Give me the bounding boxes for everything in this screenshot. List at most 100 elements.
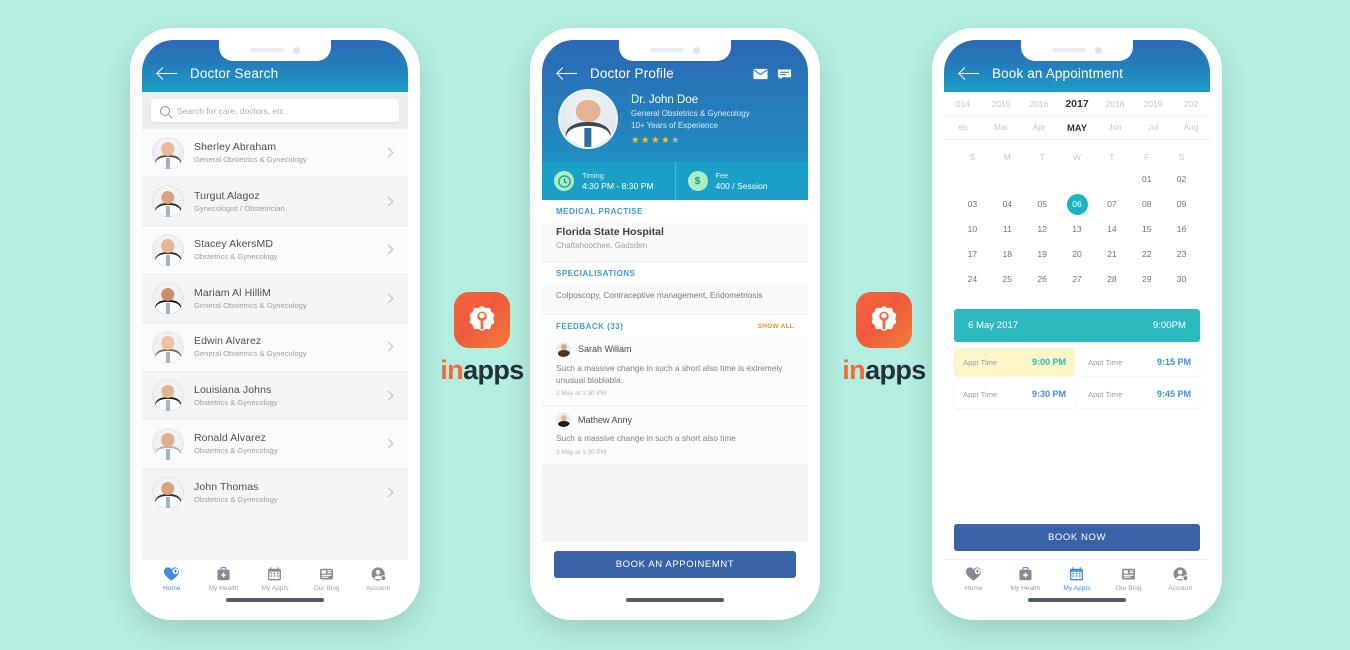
back-arrow-icon[interactable] [960, 67, 979, 81]
chat-bubble-icon[interactable] [777, 68, 792, 80]
calendar-day[interactable]: 17 [955, 242, 990, 267]
year-option[interactable]: 2019 [1134, 99, 1172, 109]
chevron-right-icon[interactable] [383, 341, 394, 352]
doctor-list-item[interactable]: John Thomas Obstetrics & Gynecology [142, 468, 408, 517]
envelope-icon[interactable] [753, 68, 768, 80]
calendar-day[interactable]: 23 [1164, 242, 1199, 267]
calendar-day[interactable]: 12 [1025, 217, 1060, 242]
appointment-time-slot[interactable]: Appt Time 9:45 PM [1079, 380, 1200, 408]
tab-my-health[interactable]: My Health [198, 566, 250, 592]
chevron-right-icon[interactable] [383, 390, 394, 401]
year-option[interactable]: 2017 [1058, 98, 1096, 110]
month-option[interactable]: eb [944, 123, 982, 132]
avatar-head [161, 142, 175, 156]
year-option[interactable]: 014 [944, 99, 982, 109]
chevron-right-icon[interactable] [383, 147, 394, 158]
year-option[interactable]: 2016 [1020, 99, 1058, 109]
chevron-right-icon[interactable] [383, 244, 394, 255]
calendar-day[interactable]: 11 [990, 217, 1025, 242]
calendar-day[interactable]: 01 [1129, 167, 1164, 192]
calendar-day[interactable]: 27 [1060, 267, 1095, 292]
calendar-day[interactable]: 04 [990, 192, 1025, 217]
tab-my-appts[interactable]: My Appts [1051, 566, 1103, 592]
calendar-day[interactable]: 08 [1129, 192, 1164, 217]
tab-account[interactable]: Account [352, 566, 404, 592]
avatar-tie [584, 127, 592, 147]
calendar-day[interactable]: 10 [955, 217, 990, 242]
calendar-day[interactable]: 05 [1025, 192, 1060, 217]
calendar-day[interactable]: 30 [1164, 267, 1199, 292]
appointment-time-slot[interactable]: Appt Time 9:30 PM [954, 380, 1075, 408]
feedback-timestamp: 3 May at 1:30 PM [556, 390, 607, 398]
calendar-day[interactable]: 25 [990, 267, 1025, 292]
calendar-day[interactable]: 02 [1164, 167, 1199, 192]
month-option[interactable]: MAY [1058, 122, 1096, 133]
month-option[interactable]: Mar [982, 123, 1020, 132]
calendar-day[interactable]: 13 [1060, 217, 1095, 242]
logo-text-apps: apps [865, 355, 926, 385]
back-arrow-icon[interactable] [158, 67, 177, 81]
doctor-list-item[interactable]: Ronald Alvarez Obstetrics & Gynecology [142, 420, 408, 469]
chevron-right-icon[interactable] [383, 487, 394, 498]
calendar-weekday: S [1178, 152, 1185, 162]
doctor-list-item[interactable]: Mariam Al HilliM General Obstetrics & Gy… [142, 274, 408, 323]
chevron-right-icon[interactable] [383, 438, 394, 449]
calendar-day[interactable]: 29 [1129, 267, 1164, 292]
book-now-button[interactable]: BOOK NOW [954, 524, 1200, 551]
tab-home[interactable]: Home [146, 566, 198, 592]
month-option[interactable]: Apr [1020, 123, 1058, 132]
doctor-list-item[interactable]: Turgut Alagoz Gynecologist / Obstetricia… [142, 177, 408, 226]
doctor-list-item[interactable]: Sherley Abraham General Obstetrics & Gyn… [142, 129, 408, 178]
calendar-day[interactable]: 21 [1094, 242, 1129, 267]
feedback-text: Such a massive change in such a short al… [556, 362, 783, 385]
tab-my-health[interactable]: My Health [1000, 566, 1052, 592]
calendar-day[interactable]: 16 [1164, 217, 1199, 242]
calendar-day-label: 17 [967, 249, 978, 259]
tab-my-appts[interactable]: My Appts [249, 566, 301, 592]
calendar-day[interactable]: 20 [1060, 242, 1095, 267]
month-option[interactable]: Aug [1172, 123, 1210, 132]
year-option[interactable]: 2015 [982, 99, 1020, 109]
year-option[interactable]: 2018 [1096, 99, 1134, 109]
tab-our-blog[interactable]: Our Blog [1103, 566, 1155, 592]
calendar[interactable]: S M T W T F S 01 02 03 04 05 06 07 08 09 10 11 12 13 14 15 16 1… [944, 140, 1210, 302]
calendar-day[interactable]: 07 [1094, 192, 1129, 217]
calendar-day[interactable]: 18 [990, 242, 1025, 267]
calendar-day[interactable]: 06 [1060, 192, 1095, 217]
doctor-list[interactable]: Sherley Abraham General Obstetrics & Gyn… [142, 129, 408, 559]
tab-home[interactable]: Home [948, 566, 1000, 592]
tab-account[interactable]: Account [1154, 566, 1206, 592]
avatar-stethoscope [165, 351, 171, 363]
show-all-link[interactable]: SHOW ALL [758, 323, 794, 330]
year-option[interactable]: 202 [1172, 99, 1210, 109]
calendar-day[interactable]: 15 [1129, 217, 1164, 242]
hospital-name: Florida State Hospital [556, 226, 664, 238]
doctor-list-item[interactable]: Edwin Alvarez General Obstetrics & Gynec… [142, 323, 408, 372]
calendar-day[interactable]: 24 [955, 267, 990, 292]
search-input[interactable]: Search for care, doctors, etc. [151, 99, 399, 122]
book-appointment-button[interactable]: BOOK AN APPOINEMNT [554, 551, 796, 578]
calendar-day[interactable]: 03 [955, 192, 990, 217]
calendar-day[interactable]: 26 [1025, 267, 1060, 292]
back-arrow-icon[interactable] [558, 67, 577, 81]
year-selector[interactable]: 014 2015 2016 2017 2018 2019 202 [944, 92, 1210, 116]
calendar-day[interactable]: 28 [1094, 267, 1129, 292]
appointment-time-slot[interactable]: Appt Time 9:00 PM [954, 348, 1075, 376]
tab-our-blog[interactable]: Our Blog [301, 566, 353, 592]
stat-icon-circle [554, 171, 574, 191]
front-camera [293, 46, 300, 54]
chevron-right-icon[interactable] [383, 293, 394, 304]
calendar-day[interactable]: 19 [1025, 242, 1060, 267]
time-slot-grid[interactable]: Appt Time 9:00 PM Appt Time 9:15 PM Appt T… [944, 342, 1210, 408]
month-option[interactable]: Jun [1096, 123, 1134, 132]
phone-mockup-doctor-profile: Doctor Profile Dr. John Doe General Obst… [530, 28, 820, 620]
doctor-list-item[interactable]: Louisiana Johns Obstetrics & Gynecology [142, 371, 408, 420]
month-option[interactable]: Jul [1134, 123, 1172, 132]
calendar-day[interactable]: 22 [1129, 242, 1164, 267]
chevron-right-icon[interactable] [383, 196, 394, 207]
calendar-day[interactable]: 14 [1094, 217, 1129, 242]
calendar-day[interactable]: 09 [1164, 192, 1199, 217]
appointment-time-slot[interactable]: Appt Time 9:15 PM [1079, 348, 1200, 376]
month-selector[interactable]: eb Mar Apr MAY Jun Jul Aug [944, 116, 1210, 140]
doctor-list-item[interactable]: Stacey AkersMD Obstetrics & Gynecology [142, 226, 408, 275]
